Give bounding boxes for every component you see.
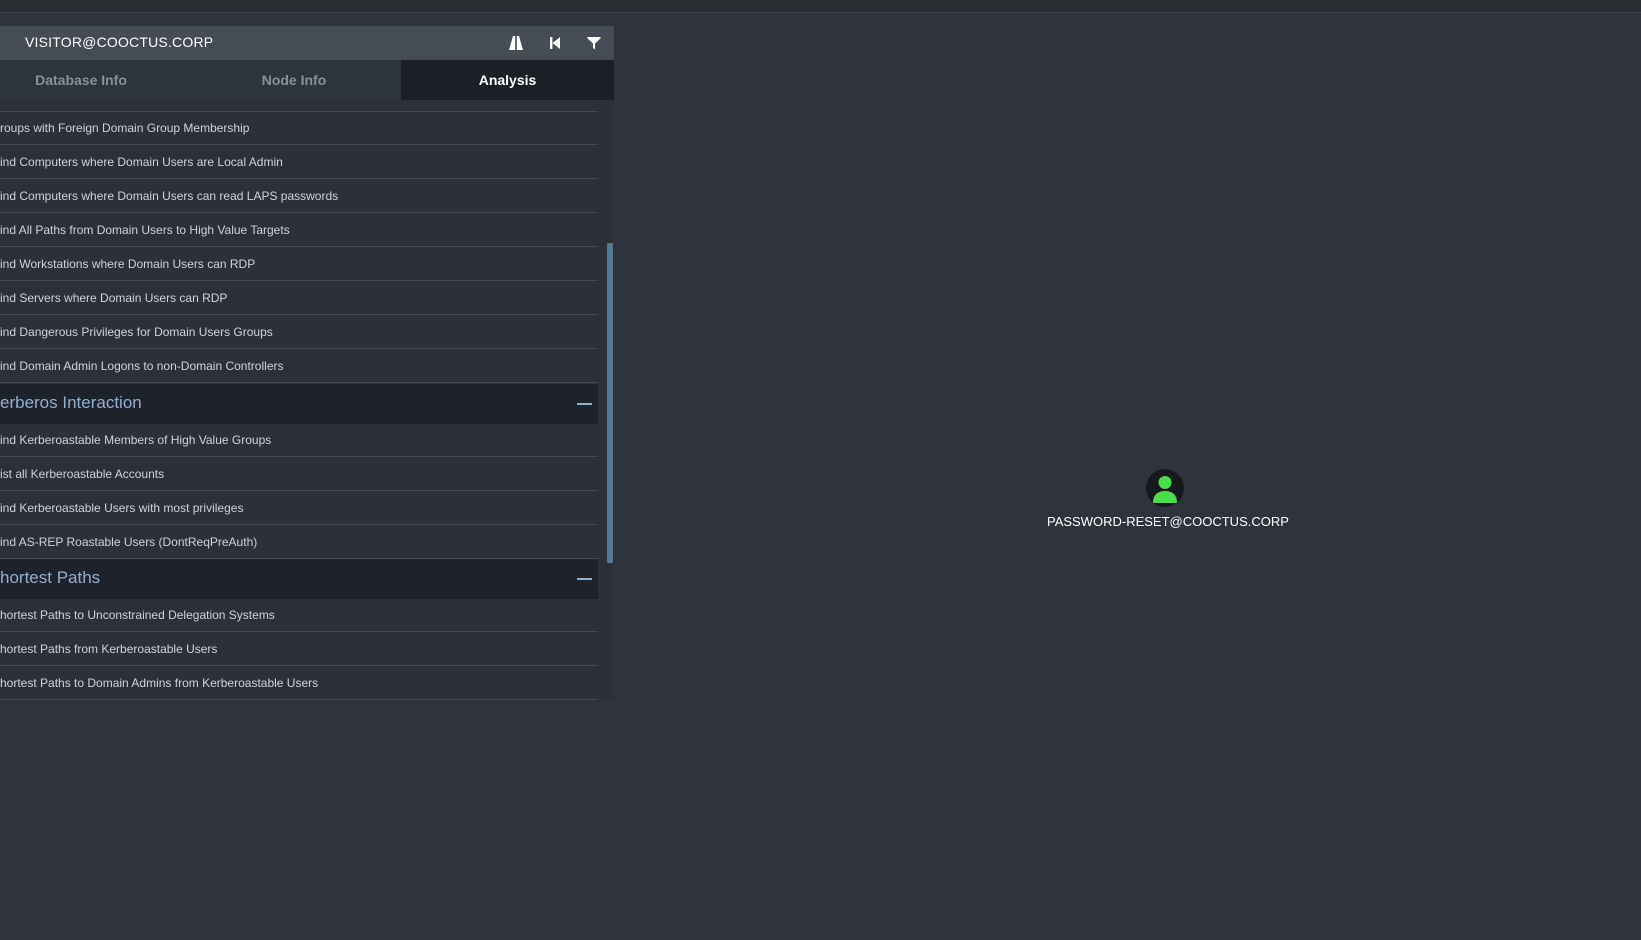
filter-icon <box>587 37 601 50</box>
user-icon <box>1153 476 1177 503</box>
section-title: erberos Interaction <box>0 393 142 412</box>
section-title: hortest Paths <box>0 568 101 587</box>
scrollbar-thumb[interactable] <box>607 243 613 563</box>
query-item[interactable]: roups with Foreign Domain Group Membersh… <box>0 112 598 145</box>
search-input[interactable]: VISITOR@COOCTUS.CORP <box>25 34 213 50</box>
skip-back-icon <box>550 37 560 49</box>
pathfinding-button[interactable] <box>505 32 527 54</box>
section-kerberos-interaction[interactable]: erberos Interaction <box>0 384 598 424</box>
query-item[interactable]: ind AS-REP Roastable Users (DontReqPreAu… <box>0 526 598 559</box>
query-item[interactable]: hortest Paths to Domain Admins from Kerb… <box>0 667 598 700</box>
query-item[interactable]: ind Kerberoastable Users with most privi… <box>0 492 598 525</box>
query-label: ind Servers where Domain Users can RDP <box>0 291 228 305</box>
window-top-bar <box>0 0 1641 13</box>
node-label: PASSWORD-RESET@COOCTUS.CORP <box>1047 514 1289 529</box>
query-item[interactable]: ist all Kerberoastable Accounts <box>0 458 598 491</box>
query-item[interactable]: ind All Paths from Domain Users to High … <box>0 214 598 247</box>
query-label: ind Workstations where Domain Users can … <box>0 257 256 271</box>
query-label: ind Dangerous Privileges for Domain User… <box>0 325 273 339</box>
query-item[interactable]: ind Workstations where Domain Users can … <box>0 248 598 281</box>
query-item[interactable]: ind Dangerous Privileges for Domain User… <box>0 316 598 349</box>
search-bar: VISITOR@COOCTUS.CORP <box>0 26 614 60</box>
query-item[interactable]: hortest Paths to Unconstrained Delegatio… <box>0 599 598 632</box>
back-button[interactable] <box>544 32 566 54</box>
road-icon <box>509 36 523 50</box>
query-item[interactable]: ind Computers where Domain Users can rea… <box>0 180 598 213</box>
query-label: ind Domain Admin Logons to non-Domain Co… <box>0 359 284 373</box>
query-label: ind Computers where Domain Users can rea… <box>0 189 339 203</box>
collapse-icon[interactable] <box>577 403 592 405</box>
tab-database-info[interactable]: Database Info <box>0 60 162 100</box>
query-label: ind All Paths from Domain Users to High … <box>0 223 290 237</box>
query-label: ist all Kerberoastable Accounts <box>0 467 165 481</box>
query-label: ind Kerberoastable Users with most privi… <box>0 501 244 515</box>
query-label: hortest Paths from Kerberoastable Users <box>0 642 218 656</box>
query-label: roups with Foreign Domain Group Membersh… <box>0 121 250 135</box>
tab-analysis[interactable]: Analysis <box>401 60 614 100</box>
analysis-query-list: roups with Foreign Domain Group Membersh… <box>0 100 598 701</box>
collapse-icon[interactable] <box>577 578 592 580</box>
query-item-partial[interactable] <box>0 100 598 112</box>
query-label: ind Computers where Domain Users are Loc… <box>0 155 283 169</box>
filter-button[interactable] <box>583 32 605 54</box>
graph-node-user[interactable]: PASSWORD-RESET@COOCTUS.CORP <box>1047 469 1289 533</box>
query-label: hortest Paths to Domain Admins from Kerb… <box>0 676 319 690</box>
query-label: ind Kerberoastable Members of High Value… <box>0 433 272 447</box>
query-item[interactable]: hortest Paths from Kerberoastable Users <box>0 633 598 666</box>
user-node-circle <box>1146 469 1184 507</box>
sidebar-panel: VISITOR@COOCTUS.CORP Database Info Node … <box>0 26 614 701</box>
section-shortest-paths[interactable]: hortest Paths <box>0 559 598 599</box>
tab-bar: Database Info Node Info Analysis <box>0 60 614 100</box>
query-item[interactable]: ind Kerberoastable Members of High Value… <box>0 424 598 457</box>
query-item[interactable]: ind Computers where Domain Users are Loc… <box>0 146 598 179</box>
query-item[interactable]: ind Servers where Domain Users can RDP <box>0 282 598 315</box>
query-label: ind AS-REP Roastable Users (DontReqPreAu… <box>0 535 258 549</box>
query-item[interactable]: ind Domain Admin Logons to non-Domain Co… <box>0 350 598 383</box>
tab-node-info[interactable]: Node Info <box>187 60 401 100</box>
query-label: hortest Paths to Unconstrained Delegatio… <box>0 608 275 622</box>
